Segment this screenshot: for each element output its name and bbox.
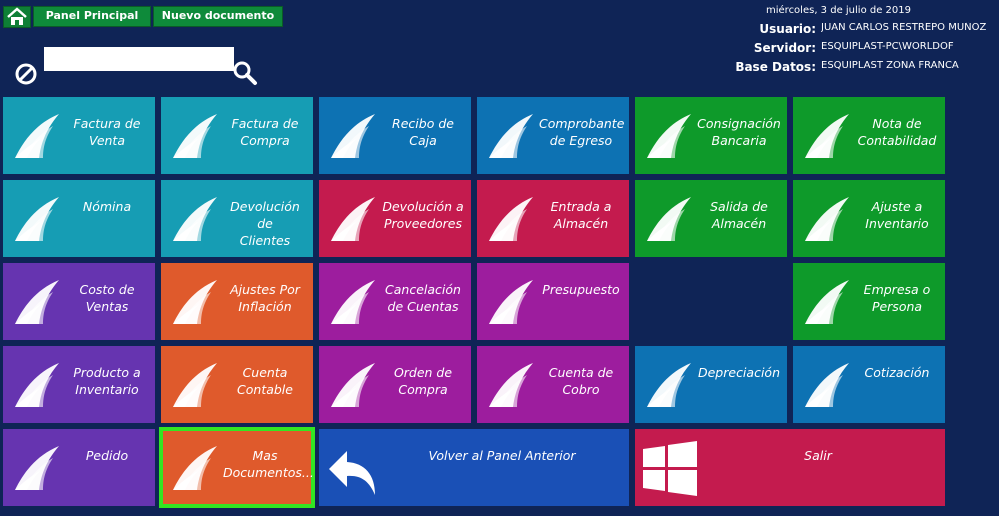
document-logo-icon xyxy=(173,280,217,324)
date-text: miércoles, 3 de julio de 2019 xyxy=(766,5,911,16)
tile-cuenta-de-cobro[interactable]: Cuenta de Cobro xyxy=(477,346,629,423)
document-logo-icon xyxy=(173,197,217,241)
document-logo-icon xyxy=(15,363,59,407)
tile-producto-a-inventario[interactable]: Producto a Inventario xyxy=(3,346,155,423)
document-logo-icon xyxy=(805,280,849,324)
tile-factura-de-compra[interactable]: Factura de Compra xyxy=(161,97,313,174)
document-logo-icon xyxy=(331,280,375,324)
tile-factura-de-venta[interactable]: Factura de Venta xyxy=(3,97,155,174)
tile-cuenta-contable[interactable]: Cuenta Contable xyxy=(161,346,313,423)
servidor-label: Servidor: xyxy=(753,41,816,55)
search-input[interactable] xyxy=(44,47,234,71)
tile-label: Cuenta Contable xyxy=(237,365,293,397)
tile-comprobante-de-egreso[interactable]: Comprobante de Egreso xyxy=(477,97,629,174)
tile-label: Mas Documentos... xyxy=(223,448,313,480)
tile-label: Recibo de Caja xyxy=(392,116,454,148)
document-logo-icon xyxy=(15,197,59,241)
home-icon xyxy=(7,7,27,25)
document-logo-icon xyxy=(331,197,375,241)
tile-label: Salir xyxy=(804,448,832,463)
document-logo-icon xyxy=(173,114,217,158)
tile-ajuste-a-inventario[interactable]: Ajuste a Inventario xyxy=(793,180,945,257)
tile-label: Pedido xyxy=(85,448,129,463)
document-logo-icon xyxy=(331,114,375,158)
tile-nota-de-contabilidad[interactable]: Nota de Contabilidad xyxy=(793,97,945,174)
tile-empresa-o-persona[interactable]: Empresa o Persona xyxy=(793,263,945,340)
tile-label: Empresa o Persona xyxy=(863,282,931,314)
tile-depreciacion[interactable]: Depreciación xyxy=(635,346,787,423)
tile-recibo-de-caja[interactable]: Recibo de Caja xyxy=(319,97,471,174)
tile-mas-documentos[interactable]: Mas Documentos... xyxy=(159,427,315,508)
tile-label: Consignación Bancaria xyxy=(697,116,781,148)
tile-label: Salida de Almacén xyxy=(710,199,768,231)
document-logo-icon xyxy=(647,197,691,241)
tab-nuevo-documento[interactable]: Nuevo documento xyxy=(153,6,283,27)
tile-label: Factura de Venta xyxy=(73,116,141,148)
cancel-icon[interactable] xyxy=(14,62,38,86)
document-logo-icon xyxy=(805,197,849,241)
search-icon[interactable] xyxy=(232,60,258,86)
tile-costo-de-ventas[interactable]: Costo de Ventas xyxy=(3,263,155,340)
tile-label: Devolución a Proveedores xyxy=(382,199,464,231)
document-logo-icon xyxy=(15,280,59,324)
servidor-value: ESQUIPLAST-PC\WORLDOF xyxy=(821,41,954,52)
document-logo-icon xyxy=(805,363,849,407)
tile-label: Depreciación xyxy=(697,365,780,380)
document-logo-icon xyxy=(489,197,533,241)
tile-label: Cuenta de Cobro xyxy=(548,365,614,397)
document-logo-icon xyxy=(173,446,217,490)
tile-salida-de-almacen[interactable]: Salida de Almacén xyxy=(635,180,787,257)
tile-cancelacion-de-cuentas[interactable]: Cancelación de Cuentas xyxy=(319,263,471,340)
document-logo-icon xyxy=(489,114,533,158)
tile-label: Entrada a Almacén xyxy=(550,199,612,231)
home-button[interactable] xyxy=(3,6,31,28)
tile-label: Comprobante de Egreso xyxy=(539,116,625,148)
tile-orden-de-compra[interactable]: Orden de Compra xyxy=(319,346,471,423)
document-logo-icon xyxy=(173,363,217,407)
tile-label: Volver al Panel Anterior xyxy=(428,448,576,463)
document-logo-icon xyxy=(331,363,375,407)
tile-volver-al-panel-anterior[interactable]: Volver al Panel Anterior xyxy=(319,429,629,506)
tile-presupuesto[interactable]: Presupuesto xyxy=(477,263,629,340)
usuario-label: Usuario: xyxy=(759,22,816,36)
tile-label: Nómina xyxy=(82,199,132,214)
tile-label: Costo de Ventas xyxy=(79,282,135,314)
document-logo-icon xyxy=(647,114,691,158)
tile-label: Orden de Compra xyxy=(393,365,453,397)
back-arrow-icon xyxy=(329,451,375,495)
base-datos-value: ESQUIPLAST ZONA FRANCA xyxy=(821,60,959,71)
tile-consignacion-bancaria[interactable]: Consignación Bancaria xyxy=(635,97,787,174)
tile-devolucion-de-clientes[interactable]: Devolución de Clientes xyxy=(161,180,313,257)
tile-entrada-a-almacen[interactable]: Entrada a Almacén xyxy=(477,180,629,257)
tile-salir[interactable]: Salir xyxy=(635,429,945,506)
tile-label: Factura de Compra xyxy=(231,116,299,148)
document-logo-icon xyxy=(489,280,533,324)
tile-pedido[interactable]: Pedido xyxy=(3,429,155,506)
tile-label: Presupuesto xyxy=(542,282,620,297)
tile-label: Ajustes Por Inflación xyxy=(230,282,300,314)
windows-logo-icon xyxy=(643,441,697,496)
tile-label: Cotización xyxy=(864,365,930,380)
document-logo-icon xyxy=(15,446,59,490)
tile-nomina[interactable]: Nómina xyxy=(3,180,155,257)
document-logo-icon xyxy=(647,363,691,407)
tile-ajustes-por-inflacion[interactable]: Ajustes Por Inflación xyxy=(161,263,313,340)
usuario-value: JUAN CARLOS RESTREPO MUÑOZ xyxy=(821,22,987,33)
base-datos-label: Base Datos: xyxy=(735,60,816,74)
tile-cotizacion[interactable]: Cotización xyxy=(793,346,945,423)
document-logo-icon xyxy=(15,114,59,158)
tile-label: Cancelación de Cuentas xyxy=(385,282,461,314)
tile-label: Nota de Contabilidad xyxy=(857,116,937,148)
tile-devolucion-a-proveedores[interactable]: Devolución a Proveedores xyxy=(319,180,471,257)
tile-label: Producto a Inventario xyxy=(73,365,141,397)
document-logo-icon xyxy=(489,363,533,407)
tab-panel-principal[interactable]: Panel Principal xyxy=(33,6,151,27)
document-logo-icon xyxy=(805,114,849,158)
tile-label: Ajuste a Inventario xyxy=(865,199,929,231)
tile-label: Devolución de Clientes xyxy=(230,199,300,248)
